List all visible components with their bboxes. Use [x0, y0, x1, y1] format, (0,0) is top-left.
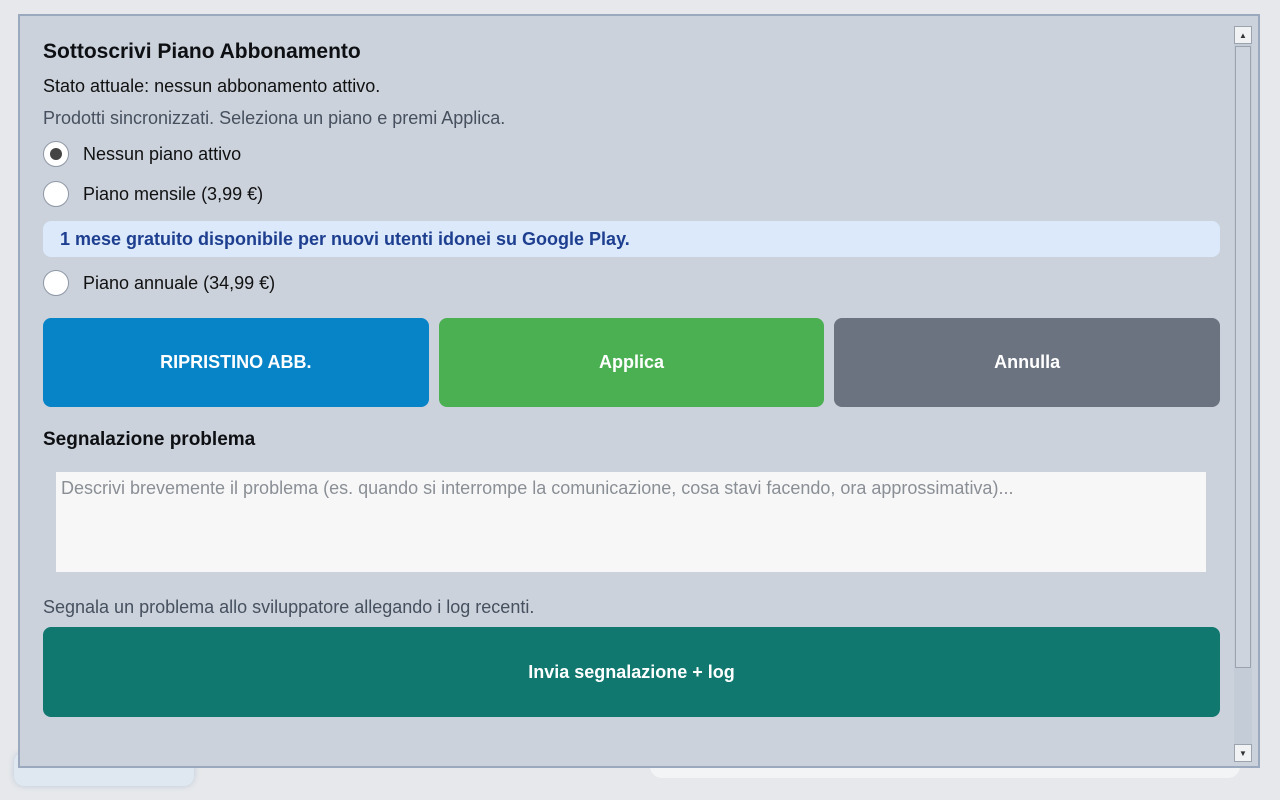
- triangle-up-icon: ▲: [1239, 30, 1247, 40]
- dialog-title: Sottoscrivi Piano Abbonamento: [43, 40, 361, 63]
- subscription-status: Stato attuale: nessun abbonamento attivo…: [43, 76, 381, 96]
- dialog-content: Sottoscrivi Piano Abbonamento Stato attu…: [43, 38, 1221, 717]
- action-buttons: RIPRISTINO ABB. Applica Annulla: [43, 318, 1221, 407]
- apply-button[interactable]: Applica: [438, 318, 825, 407]
- radio-button[interactable]: [43, 141, 69, 167]
- plan-option-label: Piano annuale (34,99 €): [83, 272, 276, 293]
- report-hint: Segnala un problema allo sviluppatore al…: [43, 597, 535, 617]
- sync-info: Prodotti sincronizzati. Seleziona un pia…: [43, 108, 506, 128]
- plan-option-none[interactable]: Nessun piano attivo: [43, 138, 1220, 170]
- subscription-dialog: Sottoscrivi Piano Abbonamento Stato attu…: [18, 14, 1260, 768]
- report-section-title: Segnalazione problema: [43, 429, 256, 450]
- restore-subscription-button[interactable]: RIPRISTINO ABB.: [43, 318, 429, 407]
- radio-button[interactable]: [43, 181, 69, 207]
- cancel-button[interactable]: Annulla: [834, 318, 1221, 407]
- vertical-scrollbar[interactable]: ▲ ▼: [1234, 26, 1252, 762]
- plan-option-yearly[interactable]: Piano annuale (34,99 €): [43, 267, 1220, 299]
- radio-selected-dot: [50, 148, 62, 160]
- scroll-track[interactable]: [1234, 44, 1252, 744]
- free-trial-banner: 1 mese gratuito disponibile per nuovi ut…: [43, 221, 1220, 257]
- plan-option-label: Nessun piano attivo: [83, 143, 242, 164]
- scroll-up-button[interactable]: ▲: [1234, 26, 1252, 44]
- plan-option-label: Piano mensile (3,99 €): [83, 183, 264, 204]
- plan-option-monthly[interactable]: Piano mensile (3,99 €): [43, 178, 1220, 210]
- scroll-thumb[interactable]: [1235, 46, 1251, 668]
- radio-button[interactable]: [43, 270, 69, 296]
- triangle-down-icon: ▼: [1239, 748, 1247, 758]
- problem-description-input[interactable]: [56, 472, 1206, 572]
- scroll-down-button[interactable]: ▼: [1234, 744, 1252, 762]
- send-report-button[interactable]: Invia segnalazione + log: [43, 627, 1220, 717]
